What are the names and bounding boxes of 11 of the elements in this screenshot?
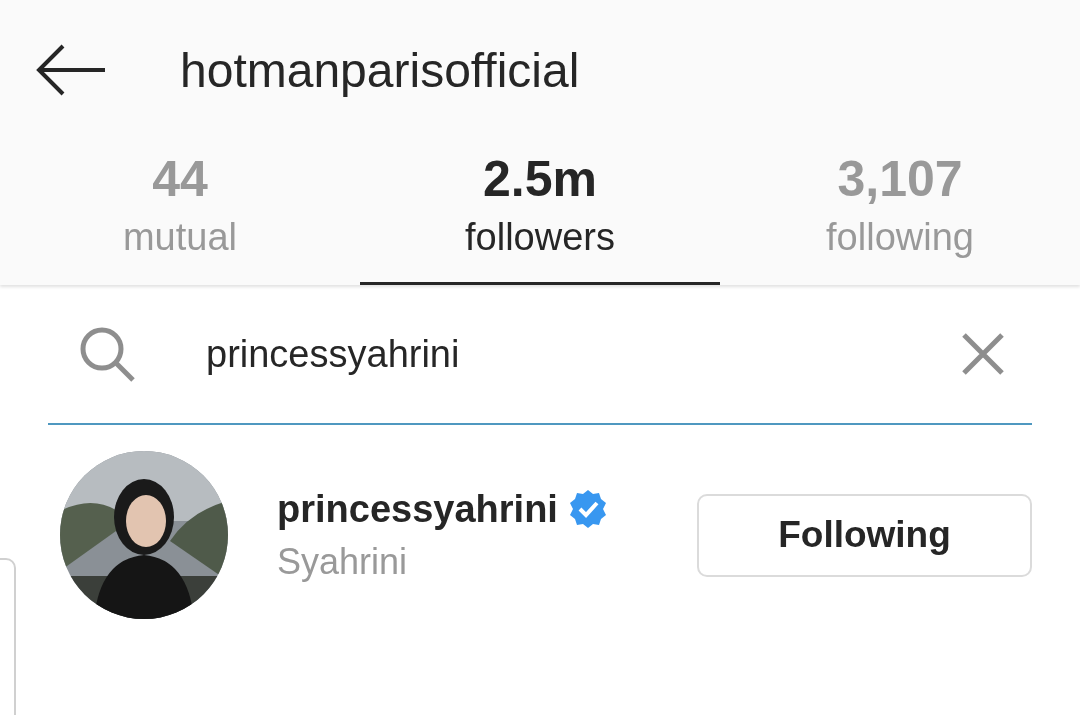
search-icon bbox=[78, 325, 136, 383]
close-icon bbox=[960, 331, 1006, 377]
back-arrow-icon bbox=[35, 44, 107, 96]
close-button[interactable] bbox=[960, 331, 1006, 377]
search-field[interactable]: princessyahrini bbox=[206, 332, 960, 376]
following-button[interactable]: Following bbox=[697, 493, 1032, 577]
full-name: Syahrini bbox=[277, 540, 409, 583]
back-button[interactable] bbox=[35, 44, 107, 96]
stats-tab[interactable]: 2.5m followers bbox=[360, 140, 720, 285]
username: princessyahrini bbox=[277, 487, 558, 531]
profile-title: hotmanparisofficial bbox=[180, 42, 580, 98]
